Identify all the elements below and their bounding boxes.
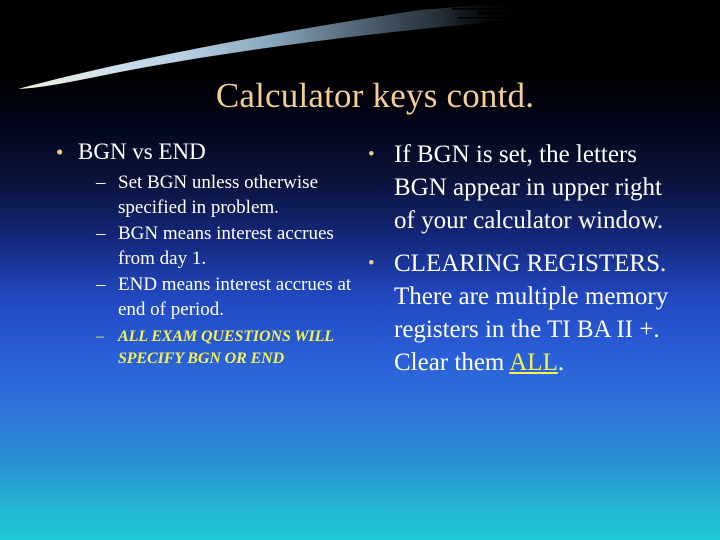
right-bullet-1: • If BGN is set, the letters BGN appear … <box>364 138 684 237</box>
right-content-column: • If BGN is set, the letters BGN appear … <box>364 138 684 389</box>
left-sub-bullet-1: – Set BGN unless otherwise specified in … <box>96 170 352 220</box>
dash-marker-icon: – <box>96 274 106 295</box>
slide-title: Calculator keys contd. <box>215 76 535 115</box>
left-emphasis-bullet: – ALL EXAM QUESTIONS WILL SPECIFY BGN OR… <box>96 326 352 370</box>
left-sub-bullet-2: – BGN means interest accrues from day 1. <box>96 221 352 271</box>
left-sub-text-1: Set BGN unless otherwise specified in pr… <box>118 172 319 218</box>
dash-marker-icon: – <box>96 172 106 193</box>
dash-marker-icon: – <box>96 328 104 345</box>
left-sub-text-2: BGN means interest accrues from day 1. <box>118 223 334 269</box>
bullet-dot-icon: • <box>368 253 375 274</box>
right-text-2-tail: . <box>557 349 565 376</box>
right-text-1: If BGN is set, the letters BGN appear in… <box>394 141 664 234</box>
left-sub-bullet-3: – END means interest accrues at end of p… <box>96 272 352 322</box>
dash-marker-icon: – <box>96 223 106 244</box>
right-text-2-highlight: ALL <box>509 349 558 376</box>
bullet-dot-icon: • <box>56 140 64 164</box>
left-heading-bullet: • BGN vs END <box>52 138 352 166</box>
left-emphasis-text: ALL EXAM QUESTIONS WILL SPECIFY BGN OR E… <box>118 328 334 367</box>
left-sub-text-3: END means interest accrues at end of per… <box>118 274 352 320</box>
left-heading-text: BGN vs END <box>78 139 206 164</box>
right-bullet-2: • CLEARING REGISTERS. There are multiple… <box>364 247 684 379</box>
left-content-column: • BGN vs END – Set BGN unless otherwise … <box>52 138 352 371</box>
slide: Calculator keys contd. • BGN vs END – Se… <box>0 0 720 540</box>
bullet-dot-icon: • <box>368 144 375 165</box>
slide-body: • BGN vs END – Set BGN unless otherwise … <box>0 138 720 538</box>
right-text-2: CLEARING REGISTERS. There are multiple m… <box>394 247 684 379</box>
